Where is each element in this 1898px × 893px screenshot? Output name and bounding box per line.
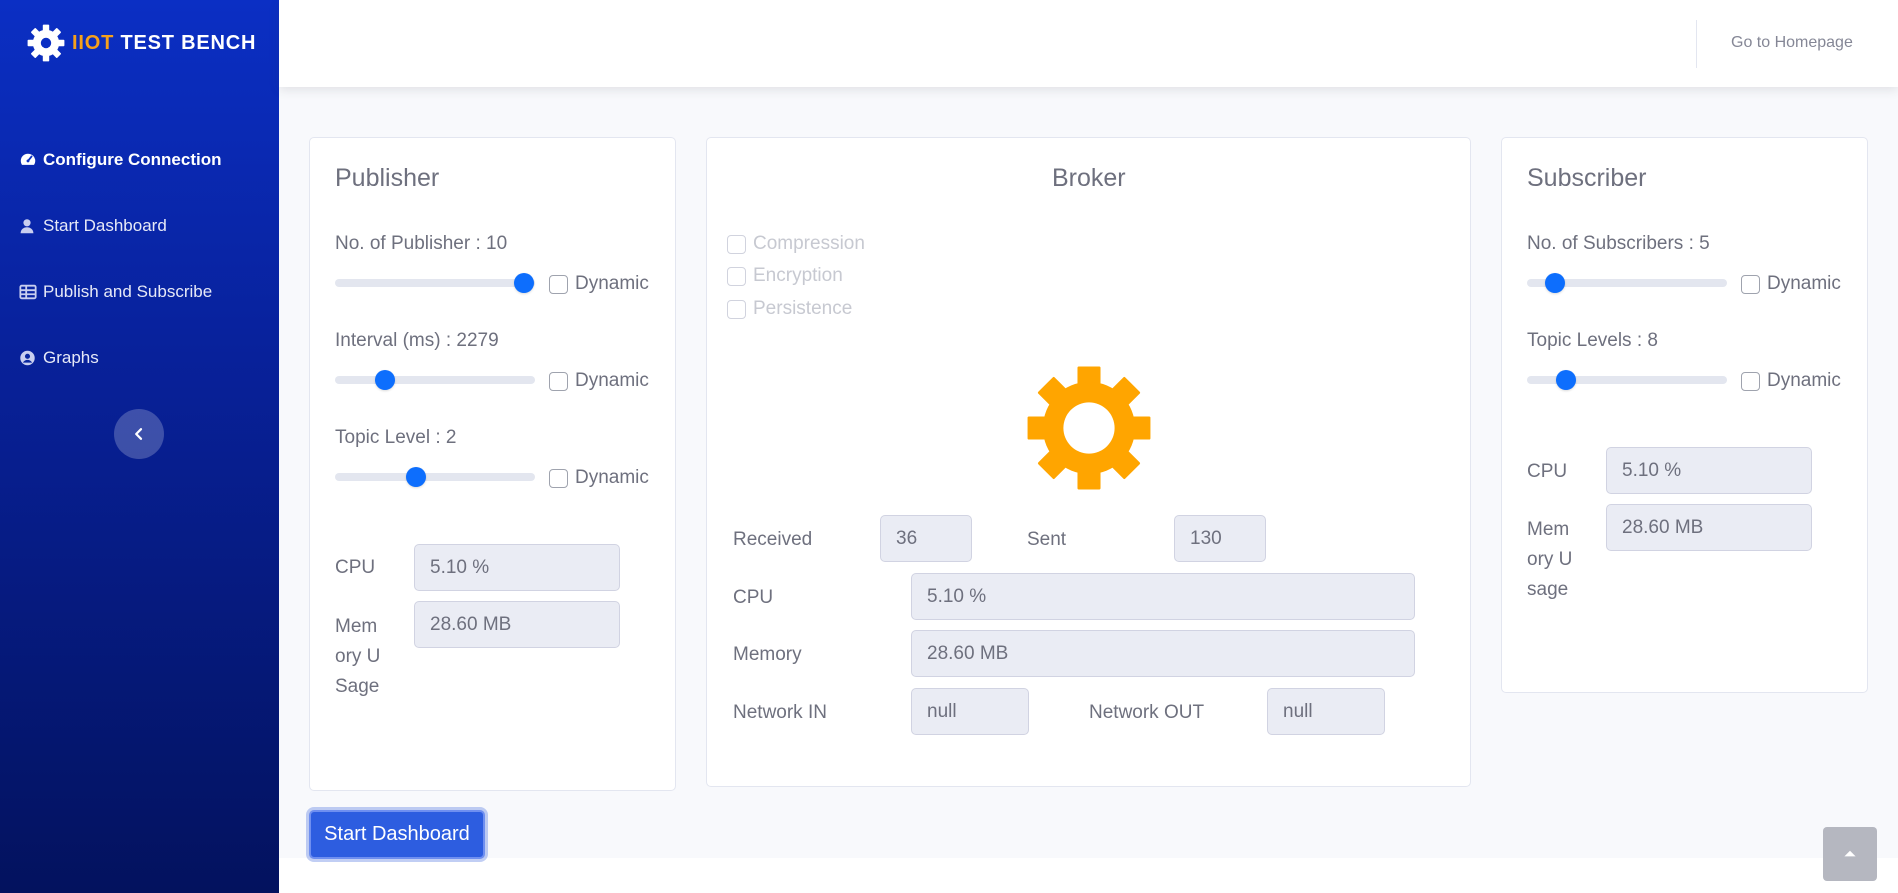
sidebar-item-label: Publish and Subscribe: [43, 282, 213, 301]
subscriber-topic-slider[interactable]: [1527, 370, 1727, 390]
checkbox-box[interactable]: [1741, 274, 1760, 294]
sidebar-item-publish-and-subscribe[interactable]: Publish and Subscribe: [19, 282, 212, 302]
checkbox-box[interactable]: [727, 234, 746, 254]
subscriber-cpu-field[interactable]: 5.10 %: [1606, 447, 1812, 494]
user-icon: [19, 217, 37, 235]
gear-icon: [1027, 366, 1151, 490]
table-icon: [19, 283, 37, 301]
checkbox-label: Dynamic: [1767, 370, 1841, 391]
subscriber-memory-label: Memory Usage: [1527, 519, 1573, 600]
broker-sent-field[interactable]: 130: [1174, 515, 1266, 562]
subscriber-cpu-label: CPU: [1527, 461, 1568, 482]
subscriber-topic-label: Topic Levels : 8: [1527, 330, 1658, 351]
topbar: Go to Homepage: [279, 0, 1898, 87]
slider-thumb[interactable]: [514, 273, 534, 293]
publisher-topic-label: Topic Level : 2: [335, 427, 457, 448]
broker-network-in-field[interactable]: null: [911, 688, 1029, 735]
subscriber-card: [1501, 137, 1868, 693]
tachometer-icon: [19, 151, 37, 169]
slider-thumb[interactable]: [1545, 273, 1565, 293]
chevron-up-icon: [1844, 850, 1856, 857]
persistence-checkbox[interactable]: Persistence: [727, 298, 852, 320]
checkbox-box[interactable]: [549, 468, 568, 488]
broker-received-label: Received: [733, 529, 813, 550]
checkbox-label: Compression: [753, 233, 865, 254]
chevron-left-icon: [135, 428, 143, 440]
subscriber-topic-dynamic-checkbox[interactable]: Dynamic: [1741, 370, 1841, 392]
publisher-count-slider[interactable]: [335, 273, 535, 293]
brand[interactable]: IIOT TEST BENCH: [26, 22, 256, 64]
publisher-count-label: No. of Publisher : 10: [335, 233, 508, 254]
sidebar-item-start-dashboard[interactable]: Start Dashboard: [19, 216, 167, 236]
go-to-homepage-link[interactable]: Go to Homepage: [1731, 34, 1853, 52]
encryption-checkbox[interactable]: Encryption: [727, 265, 843, 287]
slider-thumb[interactable]: [375, 370, 395, 390]
checkbox-box[interactable]: [1741, 371, 1760, 391]
topbar-divider: [1696, 20, 1697, 68]
subscriber-count-slider[interactable]: [1527, 273, 1727, 293]
gear-icon: [27, 24, 65, 62]
slider-thumb[interactable]: [406, 467, 426, 487]
subscriber-count-label: No. of Subscribers : 5: [1527, 233, 1710, 254]
start-dashboard-button[interactable]: Start Dashboard: [309, 810, 485, 859]
publisher-memory-field[interactable]: 28.60 MB: [414, 601, 620, 648]
checkbox-box[interactable]: [727, 266, 746, 286]
broker-network-in-label: Network IN: [733, 702, 827, 723]
publisher-interval-label: Interval (ms) : 2279: [335, 330, 499, 351]
sidebar-item-label: Configure Connection: [43, 150, 222, 169]
checkbox-label: Encryption: [753, 265, 843, 286]
publisher-title: Publisher: [335, 164, 440, 192]
sidebar-item-configure-connection[interactable]: Configure Connection: [19, 150, 221, 170]
publisher-interval-slider[interactable]: [335, 370, 535, 390]
scroll-to-top-button[interactable]: [1823, 827, 1877, 881]
broker-network-out-field[interactable]: null: [1267, 688, 1385, 735]
publisher-topic-dynamic-checkbox[interactable]: Dynamic: [549, 467, 649, 489]
subscriber-memory-field[interactable]: 28.60 MB: [1606, 504, 1812, 551]
checkbox-box[interactable]: [549, 371, 568, 391]
sidebar-item-graphs[interactable]: Graphs: [19, 348, 99, 368]
broker-memory-field[interactable]: 28.60 MB: [911, 630, 1415, 677]
checkbox-label: Persistence: [753, 298, 853, 319]
checkbox-box[interactable]: [549, 274, 568, 294]
checkbox-label: Dynamic: [575, 273, 649, 294]
publisher-cpu-field[interactable]: 5.10 %: [414, 544, 620, 591]
checkbox-label: Dynamic: [575, 467, 649, 488]
broker-title: Broker: [1052, 164, 1126, 192]
sidebar-toggle-button[interactable]: [114, 409, 164, 459]
brand-title: IIOT TEST BENCH: [72, 31, 257, 54]
subscriber-count-dynamic-checkbox[interactable]: Dynamic: [1741, 273, 1841, 295]
checkbox-label: Dynamic: [1767, 273, 1841, 294]
checkbox-box[interactable]: [727, 299, 746, 319]
publisher-cpu-label: CPU: [335, 557, 376, 578]
checkbox-label: Dynamic: [575, 370, 649, 391]
broker-sent-label: Sent: [1027, 529, 1067, 550]
publisher-interval-dynamic-checkbox[interactable]: Dynamic: [549, 370, 649, 392]
sidebar-item-label: Start Dashboard: [43, 216, 167, 235]
footer: [279, 858, 1898, 893]
publisher-topic-slider[interactable]: [335, 467, 535, 487]
broker-memory-label: Memory: [733, 644, 802, 665]
broker-cpu-field[interactable]: 5.10 %: [911, 573, 1415, 620]
sidebar: IIOT TEST BENCH Configure Connection Sta…: [0, 0, 279, 893]
publisher-count-dynamic-checkbox[interactable]: Dynamic: [549, 273, 649, 295]
broker-cpu-label: CPU: [733, 587, 774, 608]
broker-received-field[interactable]: 36: [880, 515, 972, 562]
user-circle-icon: [19, 349, 37, 367]
compression-checkbox[interactable]: Compression: [727, 233, 865, 255]
subscriber-title: Subscriber: [1527, 164, 1647, 192]
slider-thumb[interactable]: [1556, 370, 1576, 390]
broker-network-out-label: Network OUT: [1089, 702, 1205, 723]
sidebar-item-label: Graphs: [43, 348, 99, 367]
publisher-memory-label: Memory USage: [335, 616, 381, 697]
